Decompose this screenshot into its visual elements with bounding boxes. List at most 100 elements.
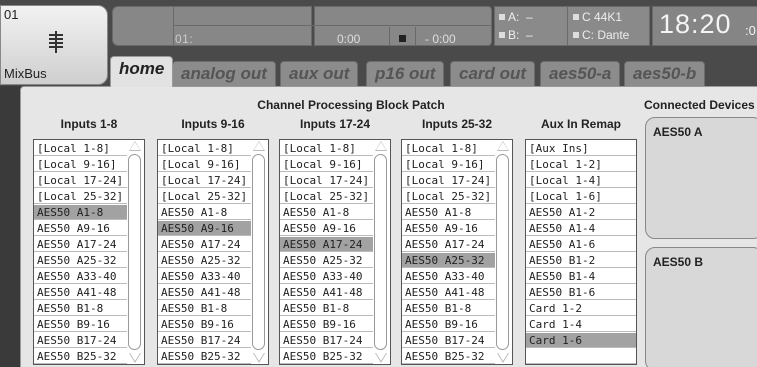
patch-option[interactable]: AES50 A9-16 xyxy=(34,221,127,236)
patch-option[interactable]: AES50 B17-24 xyxy=(34,333,127,348)
patch-option[interactable]: AES50 B25-32 xyxy=(158,349,251,364)
patch-option[interactable]: [Local 1-4] xyxy=(526,173,636,188)
scroll-thumb[interactable] xyxy=(128,154,141,350)
patch-option[interactable]: AES50 A17-24 xyxy=(280,237,373,252)
scroll-up-arrow-icon[interactable] xyxy=(375,141,387,151)
patch-option[interactable]: AES50 B25-32 xyxy=(34,349,127,364)
scroll-up-arrow-icon[interactable] xyxy=(129,141,141,151)
patch-option[interactable]: AES50 B17-24 xyxy=(402,333,495,348)
patch-option[interactable]: AES50 A41-48 xyxy=(280,285,373,300)
scrollbar[interactable] xyxy=(126,140,144,364)
patch-option[interactable]: AES50 A17-24 xyxy=(158,237,251,252)
patch-option[interactable]: [Local 25-32] xyxy=(402,189,495,204)
patch-option[interactable]: [Aux Ins] xyxy=(526,141,636,156)
selected-channel-box[interactable]: 01 MixBus xyxy=(0,5,108,85)
patch-option[interactable]: AES50 A33-40 xyxy=(402,269,495,284)
tab-aux-out[interactable]: aux out xyxy=(280,61,359,87)
tab-card-out[interactable]: card out xyxy=(450,61,536,87)
patch-option[interactable]: [Local 25-32] xyxy=(158,189,251,204)
patch-option[interactable]: AES50 A1-8 xyxy=(402,205,495,220)
device-box-aes50-b[interactable]: AES50 B xyxy=(645,247,757,367)
patch-option[interactable]: AES50 A33-40 xyxy=(280,269,373,284)
patch-option[interactable]: [Local 25-32] xyxy=(280,189,373,204)
patch-option[interactable]: AES50 A25-32 xyxy=(280,253,373,268)
patch-option[interactable]: [Local 17-24] xyxy=(158,173,251,188)
patch-list-inputs-9-16[interactable]: [Local 1-8] [Local 9-16] [Local 17-24] [Loc… xyxy=(157,139,269,365)
patch-list-inputs-25-32[interactable]: [Local 1-8] [Local 9-16] [Local 17-24] [Loc… xyxy=(401,139,513,365)
tab-aes50-b[interactable]: aes50-b xyxy=(624,61,706,87)
scrollbar[interactable] xyxy=(250,140,268,364)
patch-option[interactable]: [Local 17-24] xyxy=(402,173,495,188)
patch-option[interactable]: AES50 A9-16 xyxy=(158,221,251,236)
patch-option[interactable]: AES50 B25-32 xyxy=(280,349,373,364)
patch-option[interactable]: [Local 1-6] xyxy=(526,189,636,204)
scroll-up-arrow-icon[interactable] xyxy=(497,141,509,151)
scroll-down-arrow-icon[interactable] xyxy=(497,353,509,363)
patch-option[interactable]: AES50 B1-8 xyxy=(34,301,127,316)
patch-option[interactable]: [Local 9-16] xyxy=(34,157,127,172)
patch-option[interactable]: AES50 B25-32 xyxy=(402,349,495,364)
patch-option[interactable]: AES50 A25-32 xyxy=(402,253,495,268)
scroll-thumb[interactable] xyxy=(374,154,387,350)
tab-home[interactable]: home xyxy=(110,56,174,87)
patch-option[interactable]: AES50 B1-6 xyxy=(526,285,636,300)
patch-option[interactable]: [Local 1-8] xyxy=(402,141,495,156)
patch-option[interactable]: AES50 A1-8 xyxy=(280,205,373,220)
patch-option[interactable]: Card 1-4 xyxy=(526,317,636,332)
patch-option[interactable]: AES50 B9-16 xyxy=(34,317,127,332)
scroll-thumb[interactable] xyxy=(496,154,509,350)
patch-option[interactable]: [Local 25-32] xyxy=(34,189,127,204)
patch-option[interactable]: AES50 A9-16 xyxy=(280,221,373,236)
patch-option[interactable]: AES50 B1-8 xyxy=(280,301,373,316)
patch-option[interactable]: AES50 A9-16 xyxy=(402,221,495,236)
scroll-down-arrow-icon[interactable] xyxy=(375,353,387,363)
patch-option[interactable]: Card 1-2 xyxy=(526,301,636,316)
patch-option[interactable]: AES50 B1-2 xyxy=(526,253,636,268)
scroll-down-arrow-icon[interactable] xyxy=(253,353,265,363)
tab-analog-out[interactable]: analog out xyxy=(172,61,276,87)
patch-option[interactable]: AES50 A17-24 xyxy=(402,237,495,252)
scroll-thumb[interactable] xyxy=(252,154,265,350)
patch-option[interactable]: AES50 A41-48 xyxy=(158,285,251,300)
patch-option[interactable]: Card 1-6 xyxy=(526,333,636,348)
patch-option[interactable]: AES50 B1-4 xyxy=(526,269,636,284)
patch-option[interactable]: [Local 1-8] xyxy=(34,141,127,156)
patch-list-inputs-17-24[interactable]: [Local 1-8] [Local 9-16] [Local 17-24] [Loc… xyxy=(279,139,391,365)
patch-option[interactable]: AES50 A1-8 xyxy=(34,205,127,220)
patch-list-inputs-1-8[interactable]: [Local 1-8] [Local 9-16] [Local 17-24] [Loc… xyxy=(33,139,145,365)
patch-option[interactable]: [Local 9-16] xyxy=(158,157,251,172)
scroll-up-arrow-icon[interactable] xyxy=(253,141,265,151)
patch-option[interactable]: AES50 A1-6 xyxy=(526,237,636,252)
patch-option[interactable]: AES50 A41-48 xyxy=(34,285,127,300)
tab-p16-out[interactable]: p16 out xyxy=(366,61,445,87)
patch-option[interactable]: AES50 B9-16 xyxy=(280,317,373,332)
patch-option[interactable]: AES50 A17-24 xyxy=(34,237,127,252)
patch-option[interactable]: AES50 B1-8 xyxy=(158,301,251,316)
patch-option[interactable]: [Local 17-24] xyxy=(34,173,127,188)
tab-aes50-a[interactable]: aes50-a xyxy=(540,61,621,87)
patch-option[interactable]: [Local 9-16] xyxy=(402,157,495,172)
patch-option[interactable]: [Local 17-24] xyxy=(280,173,373,188)
scrollbar[interactable] xyxy=(494,140,512,364)
patch-option[interactable]: AES50 A33-40 xyxy=(34,269,127,284)
scrollbar[interactable] xyxy=(372,140,390,364)
device-box-aes50-a[interactable]: AES50 A xyxy=(645,117,757,239)
patch-option[interactable]: AES50 A25-32 xyxy=(158,253,251,268)
patch-option[interactable]: AES50 A25-32 xyxy=(34,253,127,268)
patch-option[interactable]: AES50 B17-24 xyxy=(158,333,251,348)
patch-option[interactable]: [Local 1-2] xyxy=(526,157,636,172)
patch-option[interactable]: AES50 A33-40 xyxy=(158,269,251,284)
patch-option[interactable]: [Local 9-16] xyxy=(280,157,373,172)
patch-option[interactable]: AES50 B17-24 xyxy=(280,333,373,348)
patch-option[interactable]: AES50 A1-4 xyxy=(526,221,636,236)
patch-option[interactable]: AES50 A1-2 xyxy=(526,205,636,220)
patch-option[interactable]: [Local 1-8] xyxy=(158,141,251,156)
patch-option[interactable]: AES50 A1-8 xyxy=(158,205,251,220)
patch-option[interactable] xyxy=(526,349,636,364)
scroll-down-arrow-icon[interactable] xyxy=(129,353,141,363)
patch-option[interactable]: AES50 A41-48 xyxy=(402,285,495,300)
patch-option[interactable]: AES50 B1-8 xyxy=(402,301,495,316)
patch-option[interactable]: [Local 1-8] xyxy=(280,141,373,156)
patch-list-aux-in-remap[interactable]: [Aux Ins] [Local 1-2] [Local 1-4] [Local 1-… xyxy=(525,139,637,365)
patch-option[interactable]: AES50 B9-16 xyxy=(158,317,251,332)
